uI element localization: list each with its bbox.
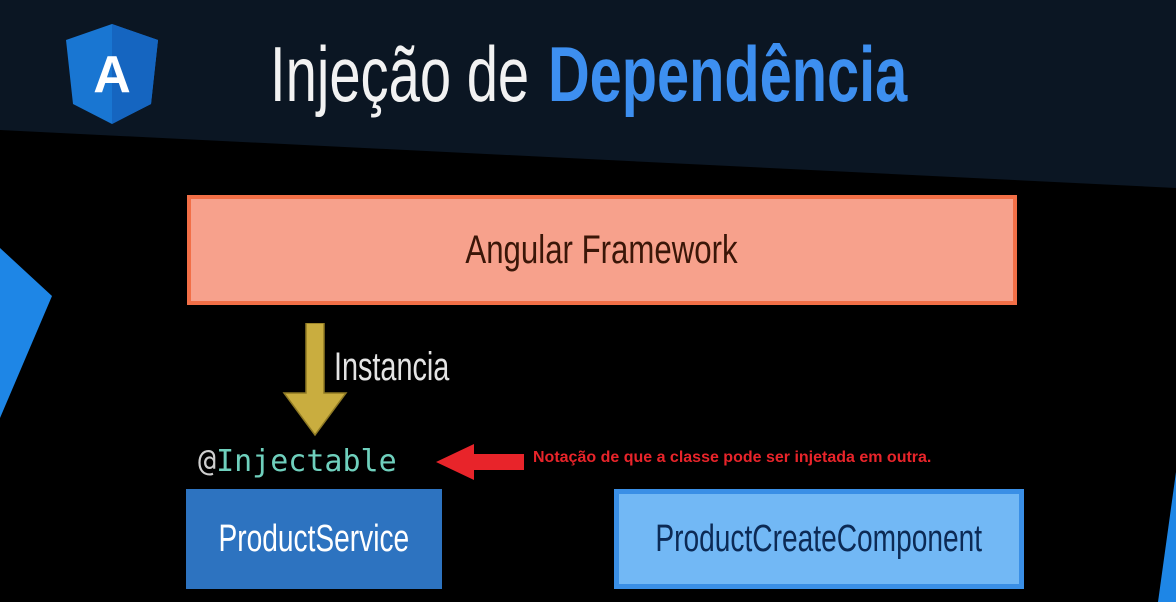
angular-shield-icon: A xyxy=(66,24,158,124)
decorator-name: Injectable xyxy=(216,444,397,479)
page-title: Injeção de Dependência xyxy=(270,28,970,120)
product-create-component-label: ProductCreateComponent xyxy=(655,517,983,560)
decorator-at-symbol: @ xyxy=(198,444,217,479)
pointer-arrow-icon xyxy=(436,444,524,480)
product-service-box: ProductService xyxy=(186,489,442,589)
logo-letter: A xyxy=(93,46,131,104)
angular-framework-box: Angular Framework xyxy=(187,195,1017,305)
product-create-component-box: ProductCreateComponent xyxy=(614,489,1024,589)
left-blue-accent xyxy=(0,248,52,418)
annotation-note: Notação de que a classe pode ser injetad… xyxy=(533,449,932,466)
title-bold-text: Dependência xyxy=(548,30,908,118)
instancia-label: Instancia xyxy=(334,345,450,389)
title-light-text: Injeção de xyxy=(270,30,530,118)
angular-framework-label: Angular Framework xyxy=(465,227,739,272)
product-service-label: ProductService xyxy=(218,517,410,560)
right-blue-accent xyxy=(1158,472,1176,602)
injectable-decorator: @Injectable xyxy=(198,440,397,484)
